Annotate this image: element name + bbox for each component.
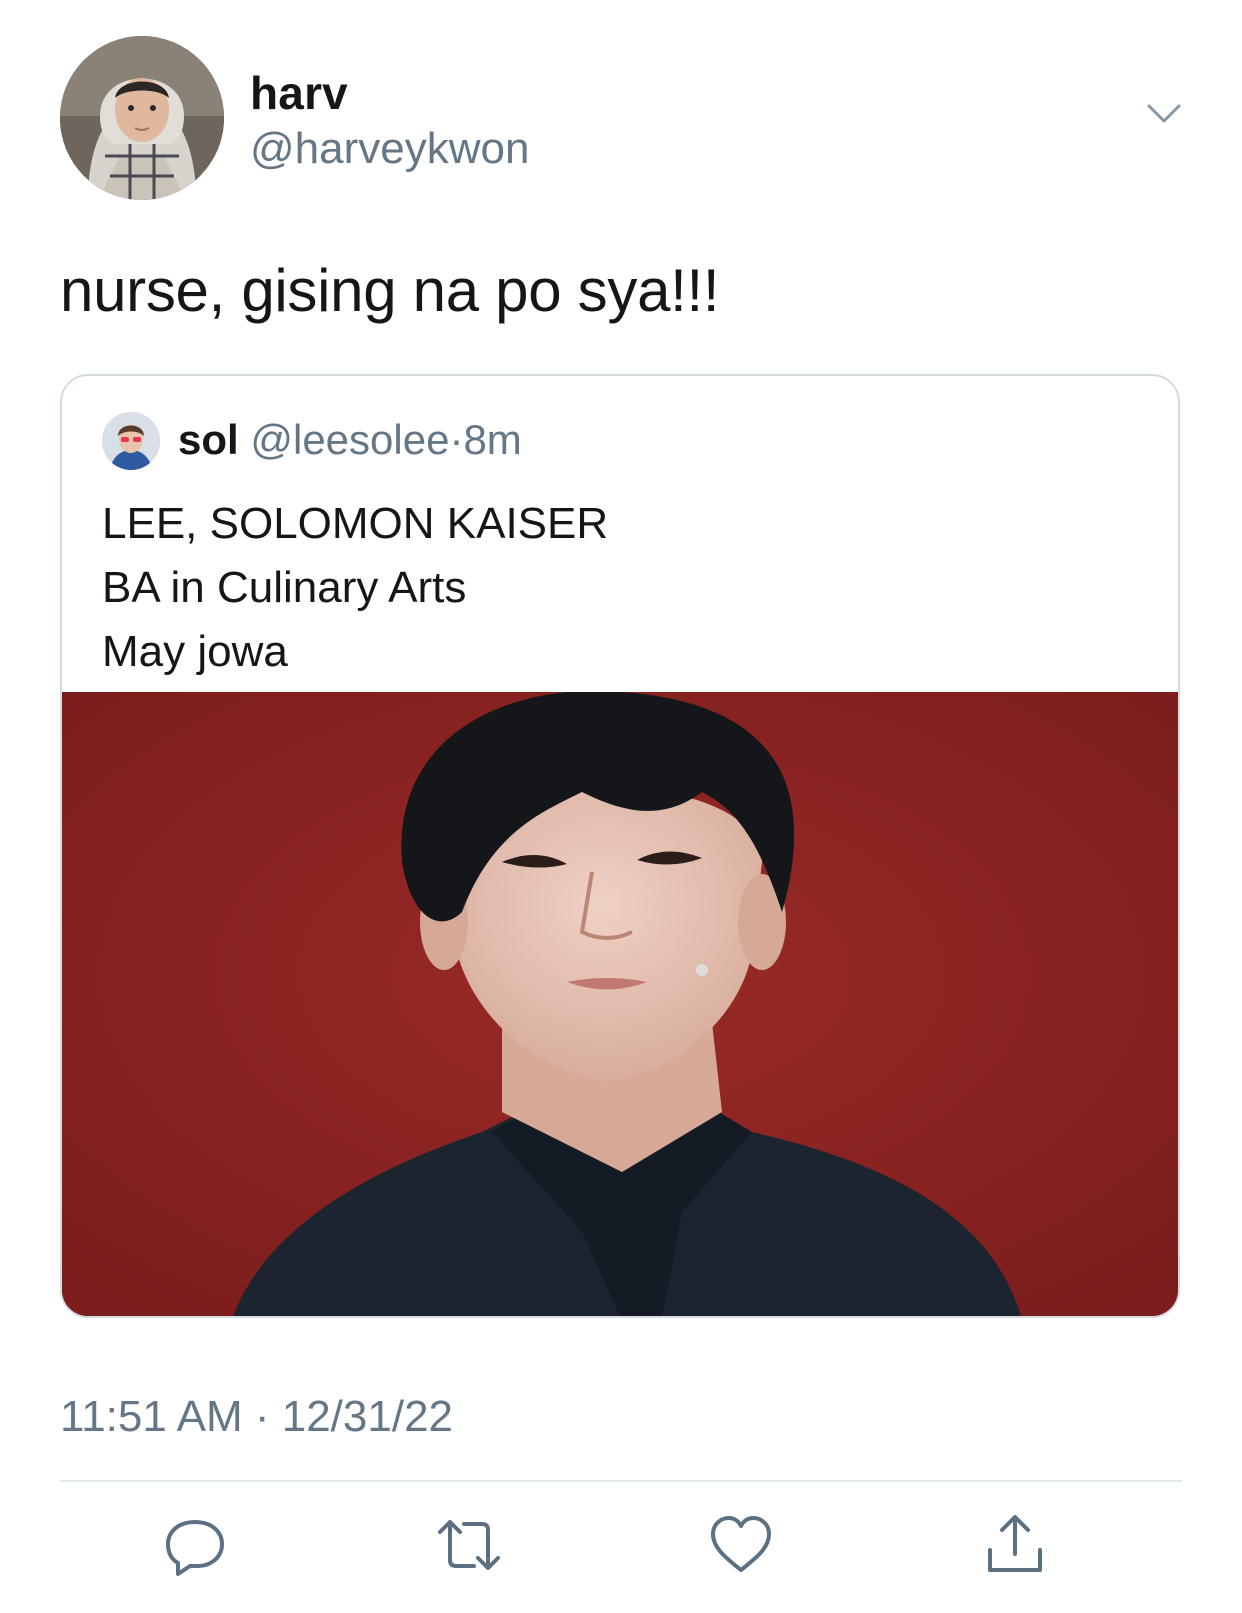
retweet-button[interactable] bbox=[434, 1510, 504, 1580]
quoted-separator: · bbox=[449, 416, 464, 463]
author-avatar[interactable] bbox=[60, 36, 224, 200]
quoted-tweet[interactable]: sol @leesolee·8m LEE, SOLOMON KAISER BA … bbox=[60, 374, 1180, 1318]
reply-button[interactable] bbox=[160, 1510, 230, 1580]
tweet-actions bbox=[0, 1510, 1242, 1590]
quoted-text-line: BA in Culinary Arts bbox=[102, 563, 467, 612]
quoted-avatar-image bbox=[102, 412, 160, 470]
author-display-name[interactable]: harv bbox=[250, 66, 348, 120]
quoted-text-line: May jowa bbox=[102, 627, 288, 676]
quoted-tweet-photo[interactable] bbox=[62, 692, 1178, 1316]
quoted-tweet-text: LEE, SOLOMON KAISER BA in Culinary Arts … bbox=[102, 492, 608, 684]
tweet-text: nurse, gising na po sya!!! bbox=[60, 257, 720, 324]
author-avatar-image bbox=[60, 36, 224, 200]
divider bbox=[60, 1480, 1182, 1482]
quoted-author-handle: @leesolee bbox=[250, 416, 450, 463]
retweet-icon bbox=[438, 1520, 500, 1570]
chevron-down-icon[interactable] bbox=[1146, 102, 1182, 126]
quoted-tweet-header: sol @leesolee·8m bbox=[178, 416, 522, 464]
portrait-photo bbox=[62, 692, 1178, 1316]
quoted-text-line: LEE, SOLOMON KAISER bbox=[102, 499, 609, 548]
quoted-tweet-age: 8m bbox=[463, 416, 522, 463]
quoted-author-avatar[interactable] bbox=[102, 412, 160, 470]
share-button[interactable] bbox=[980, 1510, 1050, 1580]
heart-icon bbox=[711, 1516, 771, 1572]
quoted-author-display-name: sol bbox=[178, 416, 239, 463]
share-icon bbox=[988, 1515, 1042, 1572]
like-button[interactable] bbox=[706, 1510, 776, 1580]
reply-icon bbox=[166, 1520, 224, 1576]
tweet-detail: harv @harveykwon nurse, gising na po sya… bbox=[0, 0, 1242, 1613]
tweet-timestamp[interactable]: 11:51 AM · 12/31/22 bbox=[60, 1392, 453, 1442]
author-handle[interactable]: @harveykwon bbox=[250, 124, 529, 174]
